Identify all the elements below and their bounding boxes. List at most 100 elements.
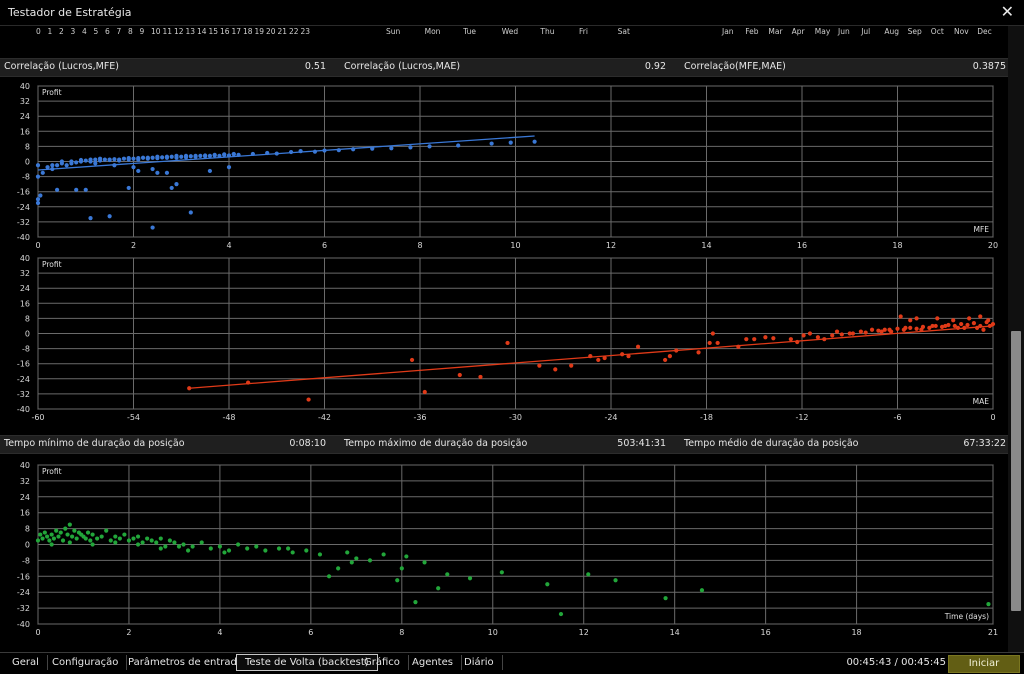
x-tick-label: -24 — [604, 413, 617, 422]
tab-parametros-entrada[interactable]: Parâmetros de entrada — [120, 655, 252, 670]
axis-strip-label: Nov — [954, 27, 969, 36]
data-point — [839, 332, 844, 337]
stat-value: 0:08:10 — [289, 438, 326, 449]
tab-diario[interactable]: Diário — [456, 655, 503, 670]
data-point — [586, 572, 591, 577]
data-point — [887, 327, 892, 332]
data-point — [140, 540, 145, 545]
data-point — [135, 534, 141, 539]
data-point — [943, 323, 948, 329]
chart-profit-mfe: 0 2 4 6 8 10 12 14 16 18 20 40 32 24 16 8 0 -8 -16 -24 -32 -4… — [0, 78, 1000, 255]
x-tick-label: 10 — [510, 241, 520, 250]
x-tick-label: 16 — [797, 241, 807, 250]
axis-strip-label: 1 — [47, 27, 53, 36]
weekdays-axis-strip: Sun Mon Tue Wed Thu Fri Sat — [340, 26, 670, 38]
data-point — [117, 536, 122, 541]
x-tick-label: 2 — [126, 628, 131, 637]
data-point — [158, 536, 163, 541]
data-point — [974, 325, 980, 330]
data-point — [408, 145, 413, 150]
x-tick-label: 10 — [488, 628, 498, 637]
data-point — [389, 146, 394, 151]
x-tick-label: 20 — [988, 241, 998, 250]
stat-correlation-profit-mae: Correlação (Lucros,MAE) 0.92 — [340, 61, 670, 75]
data-point — [226, 165, 232, 170]
chart-profit-mfe-svg: 0 2 4 6 8 10 12 14 16 18 204032241680-8-16-24-32-4… — [17, 82, 998, 250]
data-point — [122, 532, 127, 537]
data-point — [198, 153, 203, 158]
x-tick-label: 0 — [35, 241, 40, 250]
data-point — [49, 542, 54, 547]
data-point — [160, 155, 165, 160]
chart-profit-mae: -60 -54 -48 -42 -36 -30 -24 -18 -12 -6 0 40 32 24 16 8 0… — [0, 250, 1000, 427]
data-point — [58, 530, 63, 535]
data-point — [99, 534, 104, 539]
x-tick-label: -42 — [318, 413, 331, 422]
data-point — [208, 546, 213, 551]
data-point — [235, 542, 241, 547]
data-point — [183, 153, 189, 158]
x-tick-label: 6 — [322, 241, 327, 250]
close-icon[interactable]: ✕ — [1001, 2, 1014, 21]
data-point — [231, 151, 236, 157]
tab-geral[interactable]: Geral — [4, 655, 48, 670]
data-point — [154, 540, 159, 545]
x-tick-label: 12 — [606, 241, 616, 250]
data-point — [35, 538, 41, 543]
data-point — [149, 538, 154, 543]
data-point — [193, 153, 198, 158]
data-point — [217, 153, 222, 158]
data-point — [93, 157, 98, 162]
data-point — [88, 157, 93, 162]
data-point — [226, 153, 232, 158]
axis-strip-label: Fri — [579, 27, 588, 36]
data-point — [317, 552, 323, 557]
data-point — [381, 552, 386, 557]
data-point — [169, 154, 174, 159]
hours-axis-strip: 0 1 2 3 4 5 6 7 8 9 10 11 12 13 14 15 16 17 18 19 20 21 22 23 — [0, 26, 330, 38]
y-axis-label: Profit — [42, 260, 62, 269]
x-axis-label: Time (days) — [944, 612, 989, 621]
axis-strip-label: Dec — [977, 27, 992, 36]
data-point — [914, 326, 919, 331]
data-point — [288, 149, 294, 155]
data-point — [930, 323, 935, 329]
vertical-scrollbar[interactable] — [1008, 26, 1024, 652]
data-point — [326, 574, 332, 579]
axis-strip-label: 2 — [59, 27, 64, 36]
data-point — [72, 528, 77, 533]
x-tick-label: 21 — [988, 628, 998, 637]
tab-grafico[interactable]: Gráfico — [356, 655, 409, 670]
chart-profit-mae-svg: -60 -54 -48 -42 -36 -30 -24 -18 -12 -6 04032241680… — [17, 254, 996, 422]
data-point — [42, 530, 47, 535]
data-point — [104, 528, 109, 533]
data-point — [131, 156, 136, 161]
y-tick-label: 32 — [20, 269, 30, 278]
data-point — [286, 546, 291, 551]
tab-configuracao[interactable]: Configuração — [44, 655, 128, 670]
axis-strip-label: 0 — [36, 27, 41, 36]
data-point — [588, 354, 593, 359]
data-point — [830, 333, 835, 338]
data-point — [59, 159, 64, 164]
stat-label: Correlação(MFE,MAE) — [684, 61, 786, 72]
tab-agentes[interactable]: Agentes — [404, 655, 462, 670]
data-point — [898, 314, 903, 319]
y-tick-label: 0 — [25, 541, 30, 550]
data-point — [801, 333, 806, 338]
data-point — [987, 323, 992, 329]
axis-strip-label: Wed — [501, 27, 519, 36]
start-button[interactable]: Iniciar — [948, 655, 1020, 673]
scrollbar-thumb[interactable] — [1011, 331, 1021, 611]
data-point — [172, 540, 177, 545]
data-point — [981, 327, 986, 332]
data-point — [85, 530, 91, 535]
data-point — [145, 536, 150, 541]
data-point — [167, 538, 172, 543]
stat-correlation-mfe-mae: Correlação(MFE,MAE) 0.3875 — [680, 61, 1010, 75]
data-point — [858, 329, 863, 334]
data-point — [367, 558, 373, 563]
data-point — [74, 187, 79, 192]
data-point — [955, 325, 961, 330]
data-point — [553, 367, 558, 372]
